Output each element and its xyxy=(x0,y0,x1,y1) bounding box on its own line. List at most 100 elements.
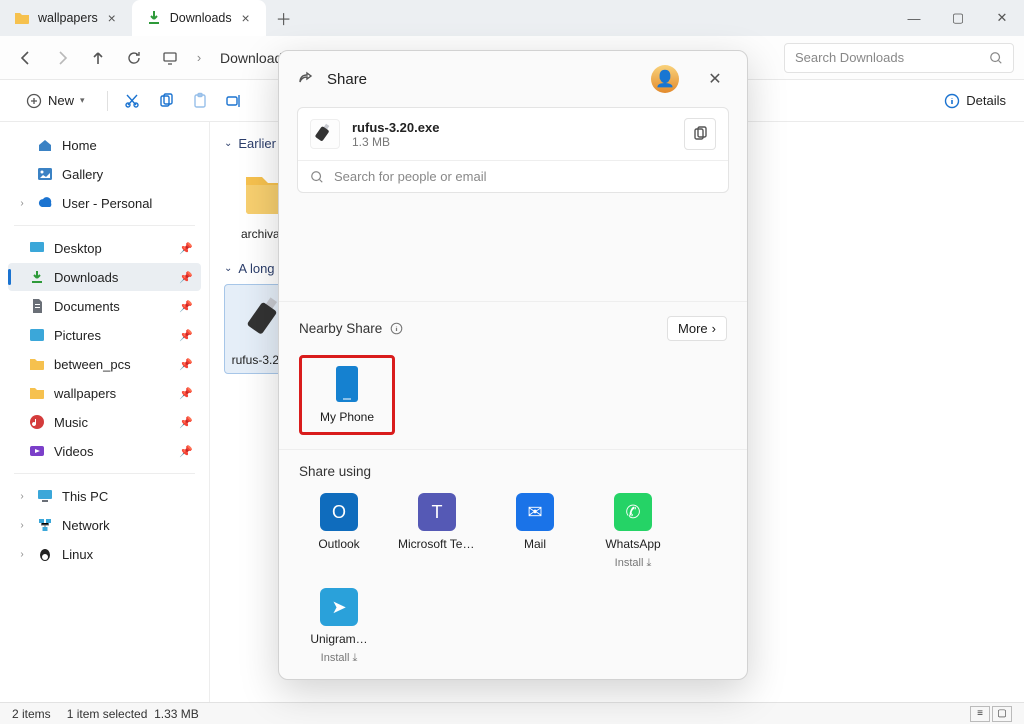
view-list-button[interactable]: ≡ xyxy=(970,706,990,722)
device-label: My Phone xyxy=(320,410,374,424)
pictures-icon xyxy=(28,326,46,344)
pin-icon: 📌 xyxy=(179,416,193,429)
chevron-down-icon: ⌄ xyxy=(224,138,232,149)
app-icon: O xyxy=(320,493,358,531)
pin-icon: 📌 xyxy=(179,271,193,284)
sidebar-item-linux[interactable]: › Linux xyxy=(8,540,201,568)
sidebar-item-this-pc[interactable]: › This PC xyxy=(8,482,201,510)
chevron-down-icon: ▾ xyxy=(80,95,85,106)
more-button[interactable]: More › xyxy=(667,316,727,341)
share-file-card: rufus-3.20.exe 1.3 MB Search for people … xyxy=(297,107,729,193)
sidebar-item-home[interactable]: Home xyxy=(8,131,201,159)
app-label: Outlook xyxy=(318,537,359,551)
status-bar: 2 items 1 item selected 1.33 MB ≡ ▢ xyxy=(0,702,1024,724)
share-using-section: Share using O Outlook T Microsoft Teams…… xyxy=(279,449,747,679)
sidebar-item-videos[interactable]: Videos 📌 xyxy=(8,437,201,465)
share-dialog: Share 👤 ✕ rufus-3.20.exe 1.3 MB Search f… xyxy=(278,50,748,680)
plus-circle-icon xyxy=(26,93,42,109)
chevron-right-icon: › xyxy=(712,321,716,336)
tab-wallpapers[interactable]: wallpapers × xyxy=(0,0,132,36)
tab-downloads[interactable]: Downloads × xyxy=(132,0,266,36)
sidebar-item-desktop[interactable]: Desktop 📌 xyxy=(8,234,201,262)
close-icon[interactable]: × xyxy=(240,10,252,26)
status-selected: 1 item selected 1.33 MB xyxy=(67,707,199,721)
share-search-placeholder: Search for people or email xyxy=(334,169,486,184)
sidebar-item-wallpapers[interactable]: wallpapers 📌 xyxy=(8,379,201,407)
pc-icon[interactable] xyxy=(154,42,186,74)
music-icon xyxy=(28,413,46,431)
maximize-button[interactable]: ▢ xyxy=(936,0,980,36)
share-app-microsoft-teams-[interactable]: T Microsoft Teams… xyxy=(397,493,477,570)
chevron-right-icon[interactable]: › xyxy=(16,520,28,531)
dialog-close-button[interactable]: ✕ xyxy=(701,65,729,93)
app-label: Microsoft Teams… xyxy=(398,537,476,551)
chevron-right-icon[interactable]: › xyxy=(16,198,28,209)
usb-drive-icon xyxy=(310,119,340,149)
share-app-whatsapp[interactable]: ✆ WhatsApp Install ⤓ xyxy=(593,493,673,570)
network-icon xyxy=(36,516,54,534)
view-grid-button[interactable]: ▢ xyxy=(992,706,1012,722)
sidebar-item-network[interactable]: › Network xyxy=(8,511,201,539)
app-sublabel: Install ⤓ xyxy=(615,557,652,570)
documents-icon xyxy=(28,297,46,315)
pc-icon xyxy=(36,487,54,505)
share-app-unigram-[interactable]: ➤ Unigram… Install ⤓ xyxy=(299,588,379,665)
nearby-share-label: Nearby Share xyxy=(299,321,382,336)
dialog-title: Share xyxy=(327,71,367,88)
folder-icon xyxy=(28,355,46,373)
sidebar-item-pictures[interactable]: Pictures 📌 xyxy=(8,321,201,349)
chevron-right-icon[interactable]: › xyxy=(16,491,28,502)
app-icon: ✉ xyxy=(516,493,554,531)
close-window-button[interactable]: ✕ xyxy=(980,0,1024,36)
share-icon xyxy=(297,70,315,88)
search-input[interactable]: Search Downloads xyxy=(784,43,1014,73)
share-search-input[interactable]: Search for people or email xyxy=(298,161,728,192)
sidebar-item-music[interactable]: Music 📌 xyxy=(8,408,201,436)
nearby-device-my-phone[interactable]: My Phone xyxy=(299,355,395,435)
status-items: 2 items xyxy=(12,707,51,721)
paste-button[interactable] xyxy=(190,91,210,111)
new-button[interactable]: New ▾ xyxy=(18,89,93,113)
close-icon[interactable]: × xyxy=(106,10,118,26)
pin-icon: 📌 xyxy=(179,358,193,371)
folder-icon xyxy=(28,384,46,402)
pin-icon: 📌 xyxy=(179,329,193,342)
search-placeholder: Search Downloads xyxy=(795,50,989,65)
sidebar-item-gallery[interactable]: Gallery xyxy=(8,160,201,188)
new-tab-button[interactable]: ＋ xyxy=(266,0,302,36)
chevron-right-icon[interactable]: › xyxy=(16,549,28,560)
search-icon xyxy=(310,170,324,184)
share-file-size: 1.3 MB xyxy=(352,135,439,149)
app-icon: ➤ xyxy=(320,588,358,626)
videos-icon xyxy=(28,442,46,460)
sidebar-item-user-personal[interactable]: › User - Personal xyxy=(8,189,201,217)
cut-button[interactable] xyxy=(122,91,142,111)
forward-button[interactable] xyxy=(46,42,78,74)
pin-icon: 📌 xyxy=(179,300,193,313)
sidebar-item-documents[interactable]: Documents 📌 xyxy=(8,292,201,320)
sidebar-item-between-pcs[interactable]: between_pcs 📌 xyxy=(8,350,201,378)
new-label: New xyxy=(48,93,74,108)
copy-file-button[interactable] xyxy=(684,118,716,150)
nearby-share-section: Nearby Share More › My Phone xyxy=(279,301,747,449)
sidebar-item-downloads[interactable]: Downloads 📌 xyxy=(8,263,201,291)
home-icon xyxy=(36,136,54,154)
up-button[interactable] xyxy=(82,42,114,74)
share-app-outlook[interactable]: O Outlook xyxy=(299,493,379,570)
pin-icon: 📌 xyxy=(179,445,193,458)
copy-button[interactable] xyxy=(156,91,176,111)
back-button[interactable] xyxy=(10,42,42,74)
share-app-mail[interactable]: ✉ Mail xyxy=(495,493,575,570)
chevron-right-icon[interactable]: › xyxy=(190,42,208,74)
minimize-button[interactable]: ― xyxy=(892,0,936,36)
info-icon[interactable] xyxy=(390,322,403,335)
app-label: Unigram… xyxy=(310,632,367,646)
details-label: Details xyxy=(966,93,1006,108)
app-label: Mail xyxy=(524,537,546,551)
refresh-button[interactable] xyxy=(118,42,150,74)
details-button[interactable]: Details xyxy=(944,93,1006,109)
share-using-label: Share using xyxy=(299,464,371,479)
rename-button[interactable] xyxy=(224,91,244,111)
user-avatar[interactable]: 👤 xyxy=(651,65,679,93)
chevron-down-icon: ⌄ xyxy=(224,263,232,274)
